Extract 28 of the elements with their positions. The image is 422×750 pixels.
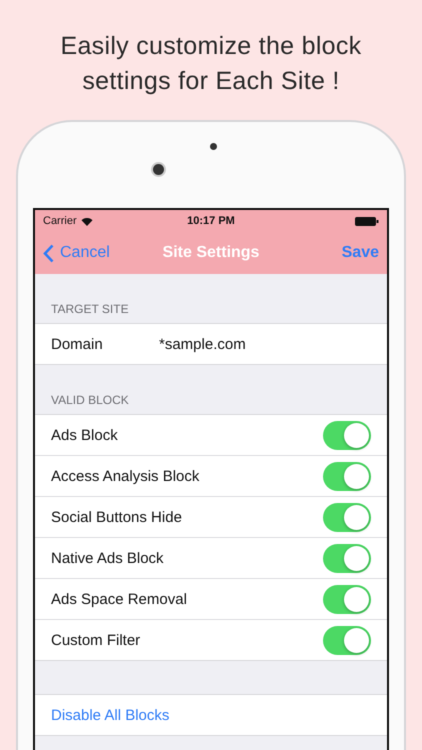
- battery-icon: [354, 216, 379, 226]
- field-label: Domain: [51, 336, 104, 352]
- setting-label: Native Ads Block: [51, 550, 164, 566]
- cancel-button[interactable]: Cancel: [43, 244, 133, 262]
- toggle-switch[interactable]: [323, 584, 371, 614]
- nav-title: Site Settings: [162, 244, 260, 262]
- toggle-switch[interactable]: [323, 626, 371, 654]
- setting-label: Custom Filter: [51, 632, 140, 648]
- carrier-label: Carrier: [43, 215, 77, 227]
- setting-label: Ads Space Removal: [51, 590, 187, 608]
- section-header: TARGET SITE: [51, 302, 129, 316]
- toggle-switch[interactable]: [323, 544, 371, 572]
- toggle-switch[interactable]: [323, 462, 371, 490]
- setting-label: Ads Block: [51, 426, 118, 444]
- disable-all-link[interactable]: Disable All Blocks: [51, 706, 170, 724]
- speaker-icon: [210, 143, 217, 150]
- back-chevron-icon: [43, 244, 54, 262]
- section-header: VALID BLOCK: [51, 393, 129, 407]
- camera-icon: [153, 164, 164, 175]
- save-button[interactable]: Save: [289, 244, 379, 262]
- domain-field[interactable]: *sample.com: [159, 336, 371, 352]
- setting-label: Social Buttons Hide: [51, 508, 182, 526]
- wifi-icon: [80, 216, 93, 226]
- setting-label: Access Analysis Block: [51, 468, 200, 484]
- headline: Easily customize the block settings for Each Site !: [60, 31, 362, 97]
- status-time: 10:17 PM: [187, 215, 235, 227]
- toggle-switch[interactable]: [323, 420, 371, 450]
- toggle-switch[interactable]: [323, 502, 371, 532]
